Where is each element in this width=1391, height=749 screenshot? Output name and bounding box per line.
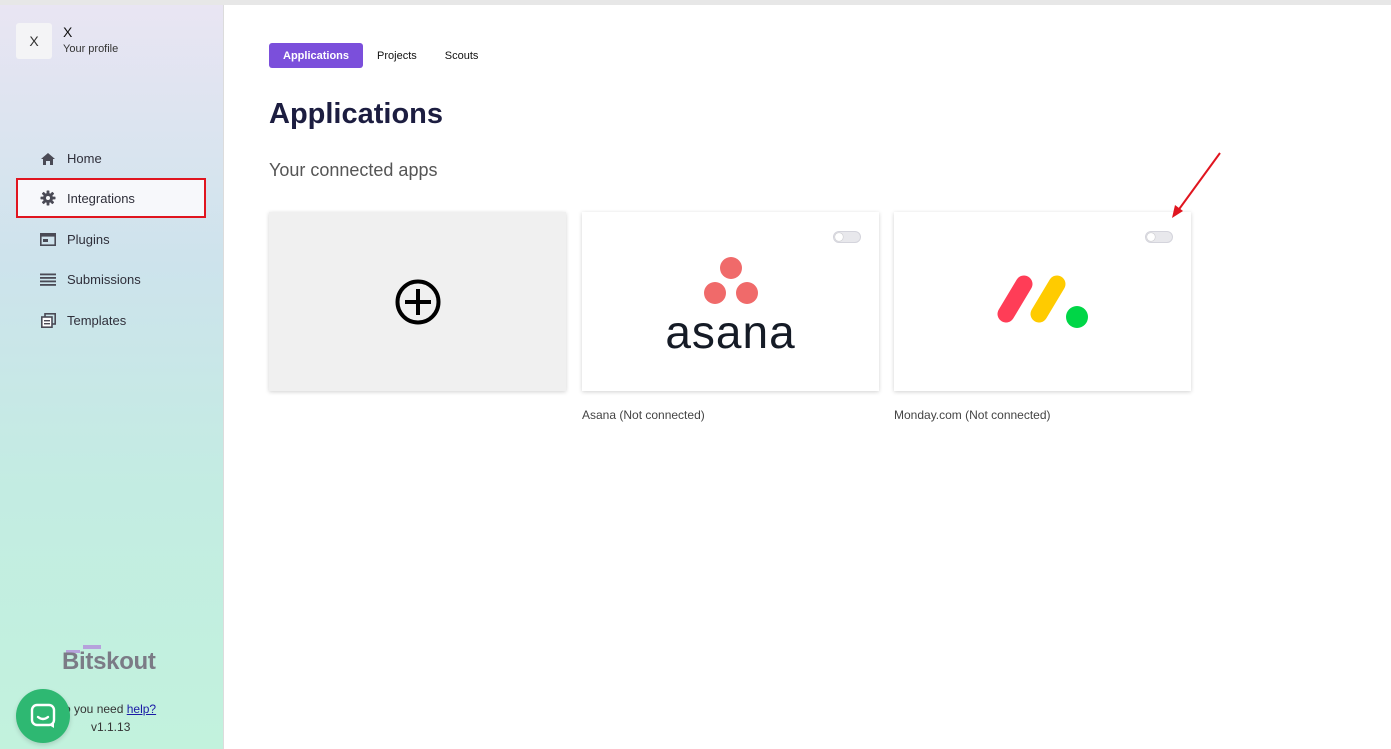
sidebar-item-label: Templates: [67, 313, 127, 328]
profile-name[interactable]: X: [63, 24, 72, 40]
asana-connect-toggle[interactable]: [833, 231, 861, 243]
monday-connect-toggle[interactable]: [1145, 231, 1173, 243]
sidebar-item-label: Plugins: [67, 232, 110, 247]
asana-logo-text: asana: [665, 306, 796, 358]
sidebar-item-integrations[interactable]: Integrations: [16, 178, 206, 218]
gear-icon: [40, 190, 56, 206]
sidebar-item-label: Submissions: [67, 272, 141, 287]
red-arrow-annotation: [1172, 152, 1221, 218]
templates-icon: [40, 313, 56, 329]
app-card-monday[interactable]: [894, 212, 1191, 391]
sidebar: X X Your profile Home Integrations Plugi…: [0, 5, 224, 749]
app-card-asana[interactable]: asana: [582, 212, 879, 391]
version-label: v1.1.13: [91, 720, 131, 734]
sidebar-item-home[interactable]: Home: [16, 139, 206, 178]
tab-projects[interactable]: Projects: [363, 43, 431, 68]
asana-dots-icon: [704, 257, 758, 304]
page-title: Applications: [269, 98, 444, 130]
tab-scouts[interactable]: Scouts: [431, 43, 493, 68]
help-text: o you need help?: [64, 702, 157, 716]
sidebar-item-plugins[interactable]: Plugins: [16, 220, 206, 259]
sidebar-item-templates[interactable]: Templates: [16, 301, 206, 340]
list-icon: [40, 272, 56, 288]
home-icon: [40, 151, 56, 167]
help-link[interactable]: help?: [127, 702, 156, 716]
monday-caption: Monday.com (Not connected): [894, 408, 1051, 422]
profile-subtitle[interactable]: Your profile: [63, 43, 118, 55]
sidebar-item-submissions[interactable]: Submissions: [16, 260, 206, 299]
chat-icon: [30, 703, 56, 728]
add-app-card[interactable]: [269, 212, 566, 391]
section-title: Your connected apps: [269, 160, 438, 180]
monday-logo-icon: [997, 275, 1088, 328]
sidebar-item-label: Integrations: [67, 190, 135, 206]
tab-applications[interactable]: Applications: [269, 43, 364, 68]
chat-launcher-button[interactable]: [16, 689, 70, 743]
asana-caption: Asana (Not connected): [582, 408, 705, 422]
plugins-icon: [40, 232, 56, 248]
avatar[interactable]: X: [16, 23, 52, 59]
tab-bar: Applications Projects Scouts: [269, 43, 492, 68]
bitskout-logo: Bitskout: [62, 648, 156, 675]
sidebar-item-label: Home: [67, 151, 102, 166]
add-circle-icon: [395, 279, 441, 325]
